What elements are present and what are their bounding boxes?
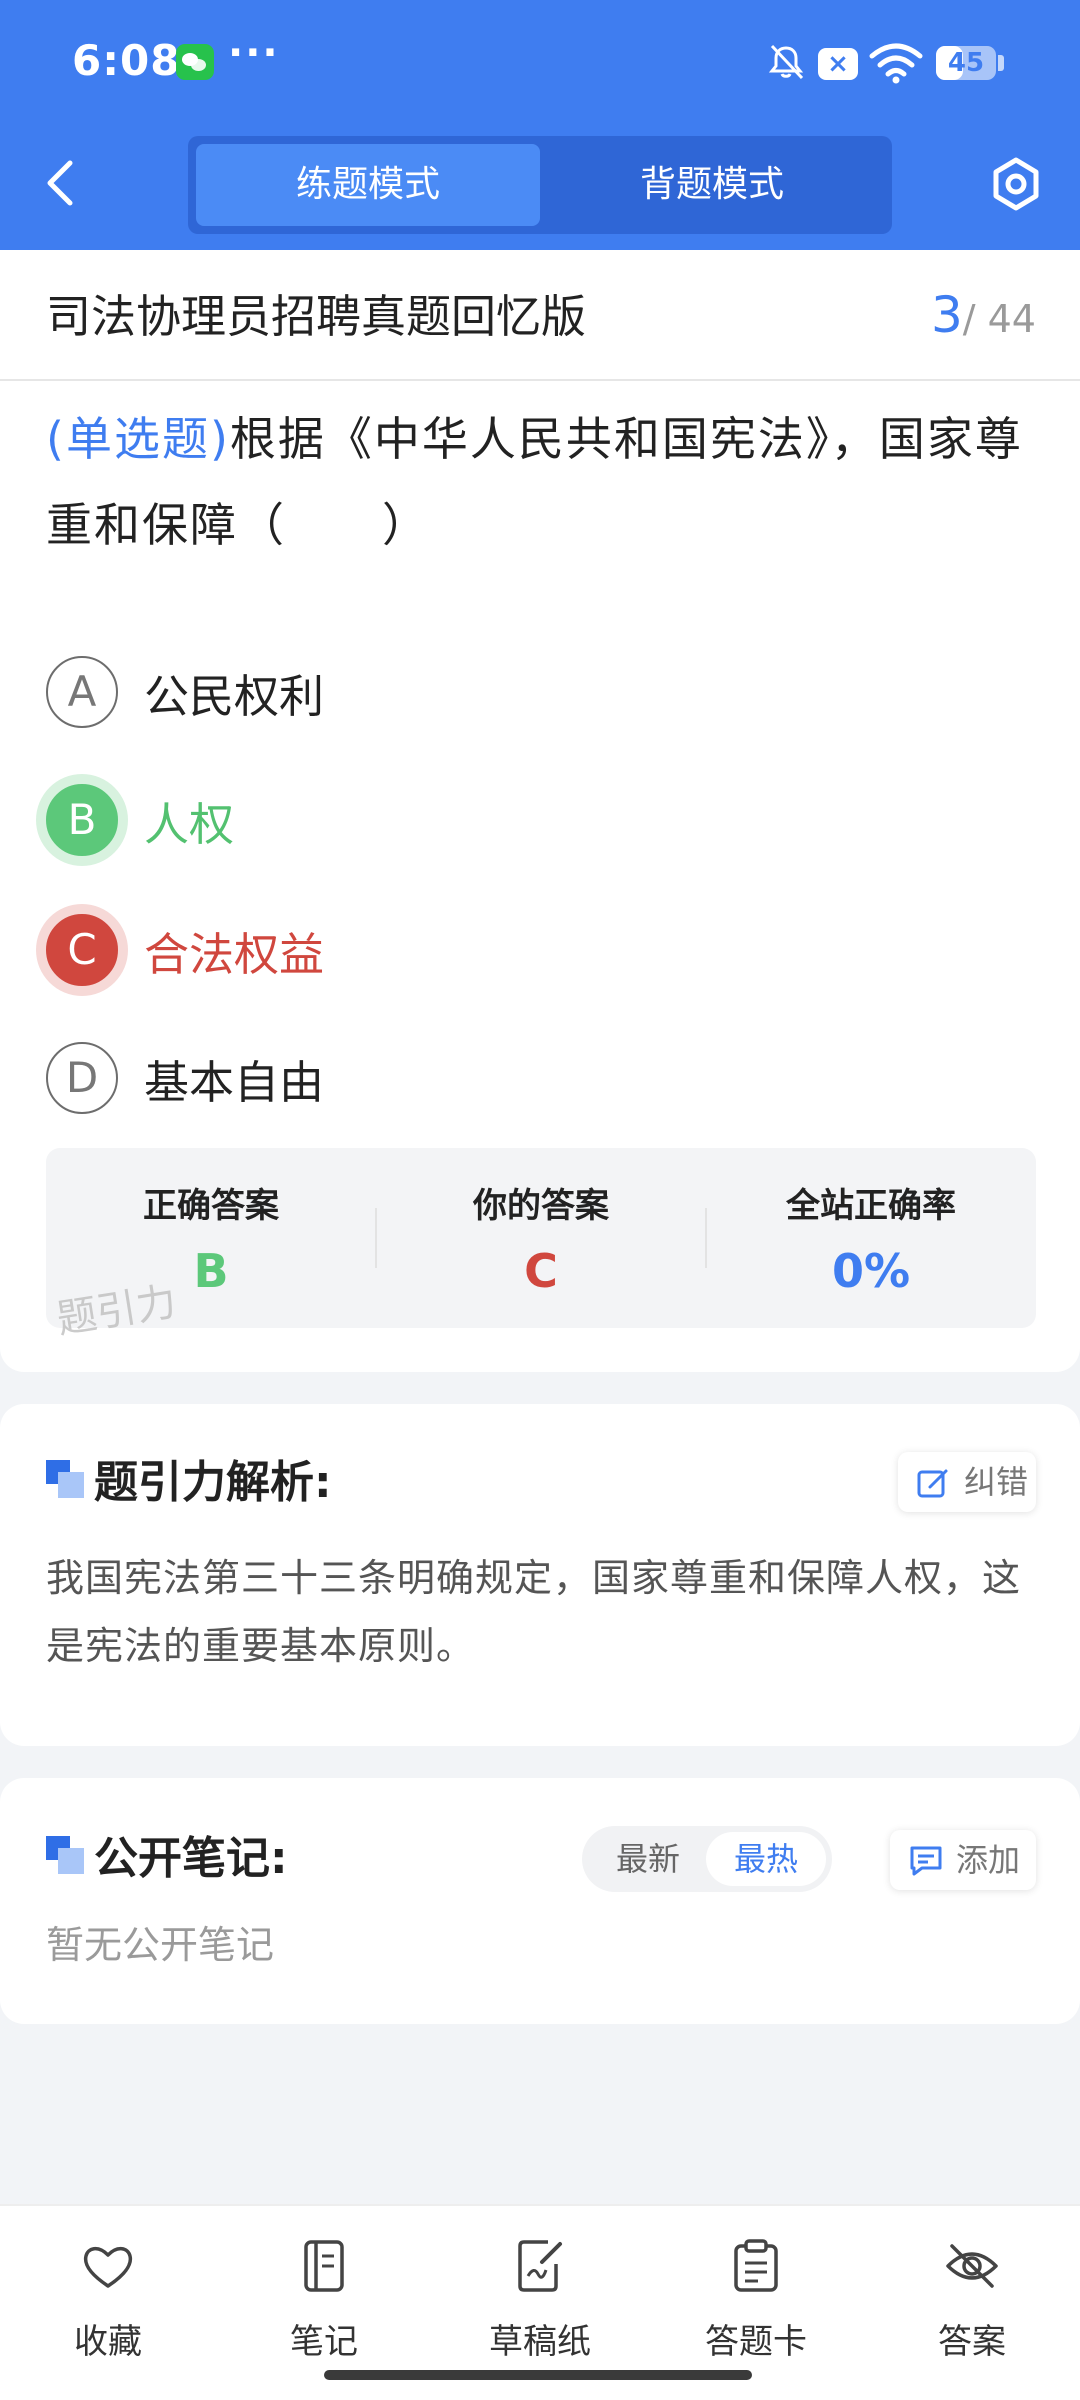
question-stem: (单选题)根据《中华人民共和国宪法》，国家尊重和保障（ ） — [46, 396, 1036, 568]
status-bar: 6:08 ··· × 45 — [0, 0, 1080, 120]
option-text: 人权 — [144, 798, 235, 851]
battery-level: 45 — [947, 48, 985, 78]
option-text: 公民权利 — [144, 670, 325, 723]
option-letter: C — [46, 914, 118, 986]
tab-memorize-mode[interactable]: 背题模式 — [540, 144, 884, 226]
show-answer-label: 答案 — [938, 2322, 1006, 2362]
section-icon — [46, 1836, 86, 1876]
comment-icon — [910, 1846, 942, 1876]
bell-muted-icon — [768, 44, 804, 80]
public-notes-card: 公开笔记: 最新 最热 添加 暂无公开笔记 — [0, 1778, 1080, 2024]
battery-icon: 45 — [936, 46, 996, 80]
edit-icon — [917, 1469, 948, 1498]
more-icon: ··· — [228, 30, 280, 76]
option-text: 合法权益 — [144, 928, 325, 981]
question-type: (单选题) — [46, 412, 230, 466]
app-header: 6:08 ··· × 45 练题模式 背题模式 — [0, 0, 1080, 250]
draft-paper-icon — [518, 2240, 562, 2292]
status-time: 6:08 — [72, 36, 181, 85]
sort-latest[interactable]: 最新 — [588, 1832, 708, 1886]
option-text: 基本自由 — [144, 1056, 325, 1109]
battery-tip — [998, 55, 1004, 71]
answer-card-label: 答题卡 — [705, 2322, 807, 2362]
mode-switch: 练题模式 背题模式 — [188, 136, 892, 234]
site-accuracy-value: 0% — [831, 1244, 911, 1298]
option-letter: B — [46, 784, 118, 856]
favorite-button[interactable]: 收藏 — [0, 2224, 216, 2374]
show-answer-button[interactable]: 答案 — [864, 2224, 1080, 2374]
settings-icon[interactable] — [990, 156, 1042, 212]
notebook-icon — [304, 2240, 344, 2292]
home-indicator[interactable] — [324, 2370, 752, 2380]
analysis-card: 题引力解析: 纠错 我国宪法第三十三条明确规定，国家尊重和保障人权，这是宪法的重… — [0, 1404, 1080, 1746]
empty-notes-text: 暂无公开笔记 — [46, 1923, 275, 1967]
paper-title: 司法协理员招聘真题回忆版 — [46, 290, 587, 343]
wechat-icon — [176, 44, 214, 80]
answer-summary: 正确答案 B 你的答案 C 全站正确率 0% 题引力 — [46, 1148, 1036, 1343]
section-icon — [46, 1460, 86, 1500]
option-letter: D — [46, 1042, 118, 1114]
your-answer-value: C — [524, 1244, 558, 1298]
tab-practice-mode[interactable]: 练题模式 — [196, 144, 540, 226]
notes-sort-switch: 最新 最热 — [582, 1826, 832, 1892]
report-error-button[interactable]: 纠错 — [898, 1452, 1036, 1512]
notebook-label: 笔记 — [290, 2322, 358, 2362]
notebook-button[interactable]: 笔记 — [216, 2224, 432, 2374]
analysis-title: 题引力解析: — [94, 1457, 332, 1508]
draft-paper-label: 草稿纸 — [489, 2322, 591, 2362]
close-box-icon: × — [818, 48, 858, 80]
option-letter: A — [46, 656, 118, 728]
wifi-icon — [869, 43, 923, 84]
favorite-label: 收藏 — [74, 2322, 142, 2362]
report-error-label: 纠错 — [964, 1463, 1029, 1501]
draft-paper-button[interactable]: 草稿纸 — [432, 2224, 648, 2374]
back-icon[interactable] — [40, 155, 86, 211]
question-progress: 3/ 44 — [931, 286, 1036, 344]
your-answer-label: 你的答案 — [473, 1186, 609, 1226]
add-note-button[interactable]: 添加 — [890, 1830, 1036, 1890]
total-questions: / 44 — [962, 297, 1036, 341]
site-accuracy-label: 全站正确率 — [786, 1186, 956, 1226]
answer-card-icon — [734, 2239, 778, 2292]
current-question-number: 3 — [930, 286, 963, 344]
notes-title: 公开笔记: — [94, 1833, 288, 1884]
correct-answer-label: 正确答案 — [143, 1186, 279, 1226]
sort-hottest[interactable]: 最热 — [706, 1832, 826, 1886]
answer-card-button[interactable]: 答题卡 — [648, 2224, 864, 2374]
question-card: 司法协理员招聘真题回忆版 3/ 44 (单选题)根据《中华人民共和国宪法》，国家… — [0, 250, 1080, 1372]
analysis-text: 我国宪法第三十三条明确规定，国家尊重和保障人权，这是宪法的重要基本原则。 — [46, 1556, 1022, 1668]
eye-off-icon — [946, 2244, 998, 2288]
site-accuracy: 全站正确率 0% — [706, 1148, 1036, 1328]
your-answer: 你的答案 C — [376, 1148, 706, 1328]
add-note-label: 添加 — [956, 1841, 1021, 1879]
divider — [0, 379, 1080, 381]
heart-icon — [83, 2247, 133, 2288]
